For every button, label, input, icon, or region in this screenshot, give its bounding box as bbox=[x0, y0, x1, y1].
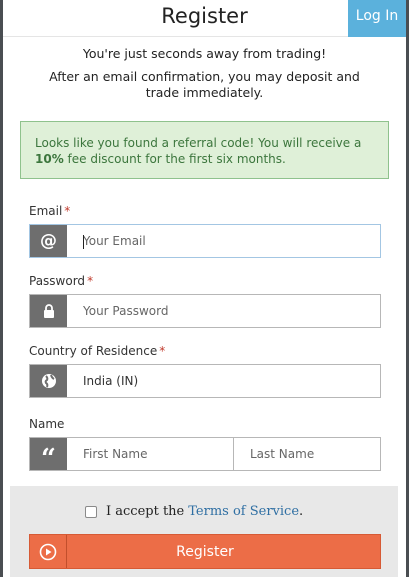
referral-alert: Looks like you found a referral code! Yo… bbox=[20, 121, 389, 179]
referral-alert-text-after: fee discount for the first six months. bbox=[63, 152, 286, 166]
last-name-field[interactable] bbox=[233, 438, 400, 470]
terms-checkbox[interactable] bbox=[85, 505, 97, 518]
country-select-group: India (IN) bbox=[29, 364, 381, 398]
register-modal: Register Log In You're just seconds away… bbox=[3, 0, 406, 577]
password-field-group bbox=[29, 294, 381, 328]
first-name-field[interactable] bbox=[67, 438, 233, 470]
terms-accept-text: I accept the bbox=[106, 504, 185, 519]
play-circle-icon bbox=[30, 535, 67, 568]
password-label-text: Password bbox=[29, 274, 86, 288]
email-required-mark: * bbox=[64, 204, 71, 218]
email-label-text: Email bbox=[29, 204, 63, 218]
name-label: Name bbox=[29, 417, 65, 431]
password-field[interactable] bbox=[67, 295, 380, 327]
referral-alert-highlight: 10% bbox=[35, 152, 64, 166]
terms-suffix: . bbox=[299, 504, 304, 519]
country-select[interactable]: India (IN) bbox=[67, 365, 380, 397]
country-label: Country of Residence * bbox=[29, 344, 165, 358]
intro-line-2: After an email confirmation, you may dep… bbox=[49, 69, 360, 100]
intro-line-1: You're just seconds away from trading! bbox=[82, 46, 327, 61]
page-title: Register bbox=[161, 4, 248, 28]
terms-of-service-link[interactable]: Terms of Service bbox=[188, 504, 299, 519]
email-field-group: @ bbox=[29, 224, 381, 258]
header-divider bbox=[3, 36, 348, 37]
name-field-group: “ bbox=[29, 437, 400, 472]
email-label: Email * bbox=[29, 204, 70, 218]
register-button-label: Register bbox=[176, 543, 234, 560]
globe-icon bbox=[30, 365, 67, 397]
country-required-mark: * bbox=[159, 344, 166, 358]
text-caret bbox=[83, 235, 84, 249]
at-icon: @ bbox=[30, 225, 67, 257]
login-button[interactable]: Log In bbox=[348, 0, 406, 37]
password-required-mark: * bbox=[87, 274, 94, 288]
terms-agreement: I accept the Terms of Service. bbox=[85, 504, 303, 519]
password-label: Password * bbox=[29, 274, 93, 288]
quote-icon: “ bbox=[30, 438, 67, 472]
country-label-text: Country of Residence bbox=[29, 344, 158, 358]
email-field[interactable] bbox=[67, 225, 380, 257]
referral-alert-text-before: Looks like you found a referral code! Yo… bbox=[35, 136, 362, 150]
lock-icon bbox=[30, 295, 67, 327]
form-footer: I accept the Terms of Service. Register bbox=[10, 486, 398, 577]
register-button[interactable]: Register bbox=[29, 534, 381, 569]
